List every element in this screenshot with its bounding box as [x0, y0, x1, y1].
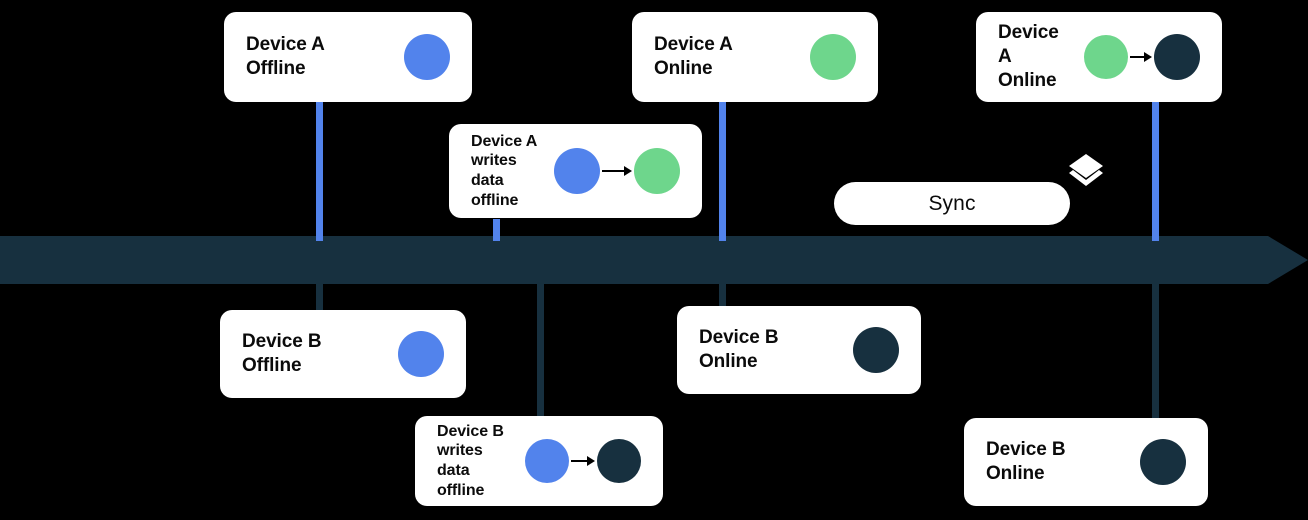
navy-dot-icon	[1140, 439, 1186, 485]
card-device-a-online-visual	[810, 34, 856, 80]
navy-dot-icon	[597, 439, 641, 483]
arrow-right-icon	[602, 166, 632, 176]
green-dot-icon	[1084, 35, 1128, 79]
navy-dot-icon	[853, 327, 899, 373]
offline-sync-timeline-diagram: Device A Offline Device A writes data of…	[0, 0, 1308, 520]
layers-icon	[1066, 152, 1106, 188]
blue-dot-icon	[525, 439, 569, 483]
card-device-a-online-sync-label: Device A Online	[998, 21, 1059, 92]
card-device-b-writes-offline[interactable]: Device B writes data offline	[415, 416, 663, 506]
card-device-b-online-sync-visual	[1140, 439, 1186, 485]
card-device-a-offline-visual	[404, 34, 450, 80]
card-device-b-writes-offline-visual	[525, 439, 641, 483]
arrow-right-icon	[571, 456, 595, 466]
card-device-a-online-sync-visual	[1084, 34, 1200, 80]
card-device-b-offline[interactable]: Device B Offline	[220, 310, 466, 398]
timeline-bar	[0, 236, 1268, 284]
connector-device-a-online	[719, 99, 726, 241]
navy-dot-icon	[1154, 34, 1200, 80]
card-device-a-offline-label: Device A Offline	[246, 33, 325, 79]
connector-device-b-writes-offline	[537, 279, 544, 419]
card-device-b-online-visual	[853, 327, 899, 373]
card-device-a-writes-offline[interactable]: Device A writes data offline	[449, 124, 702, 218]
connector-device-a-writes-offline	[493, 219, 500, 241]
card-device-a-writes-offline-label: Device A writes data offline	[471, 132, 538, 209]
blue-dot-icon	[404, 34, 450, 80]
blue-dot-icon	[554, 148, 600, 194]
connector-device-b-offline	[316, 279, 323, 313]
card-device-b-offline-label: Device B Offline	[242, 330, 322, 376]
card-device-a-offline[interactable]: Device A Offline	[224, 12, 472, 102]
sync-button-label: Sync	[928, 191, 976, 215]
green-dot-icon	[634, 148, 680, 194]
sync-button[interactable]: Sync	[834, 182, 1070, 225]
card-device-a-online[interactable]: Device A Online	[632, 12, 878, 102]
card-device-a-online-sync[interactable]: Device A Online	[976, 12, 1222, 102]
connector-device-b-online-sync	[1152, 279, 1159, 419]
connector-device-a-offline	[316, 99, 323, 241]
card-device-b-online-sync[interactable]: Device B Online	[964, 418, 1208, 506]
blue-dot-icon	[398, 331, 444, 377]
connector-device-a-online-sync	[1152, 99, 1159, 241]
card-device-b-writes-offline-label: Device B writes data offline	[437, 422, 504, 499]
card-device-a-writes-offline-visual	[554, 148, 680, 194]
timeline-arrow-head	[1268, 236, 1308, 284]
card-device-b-online-sync-label: Device B Online	[986, 438, 1066, 484]
card-device-b-online[interactable]: Device B Online	[677, 306, 921, 394]
arrow-right-icon	[1130, 52, 1152, 62]
green-dot-icon	[810, 34, 856, 80]
card-device-b-online-label: Device B Online	[699, 326, 779, 372]
connector-device-b-online	[719, 279, 726, 309]
card-device-a-online-label: Device A Online	[654, 33, 733, 79]
card-device-b-offline-visual	[398, 331, 444, 377]
